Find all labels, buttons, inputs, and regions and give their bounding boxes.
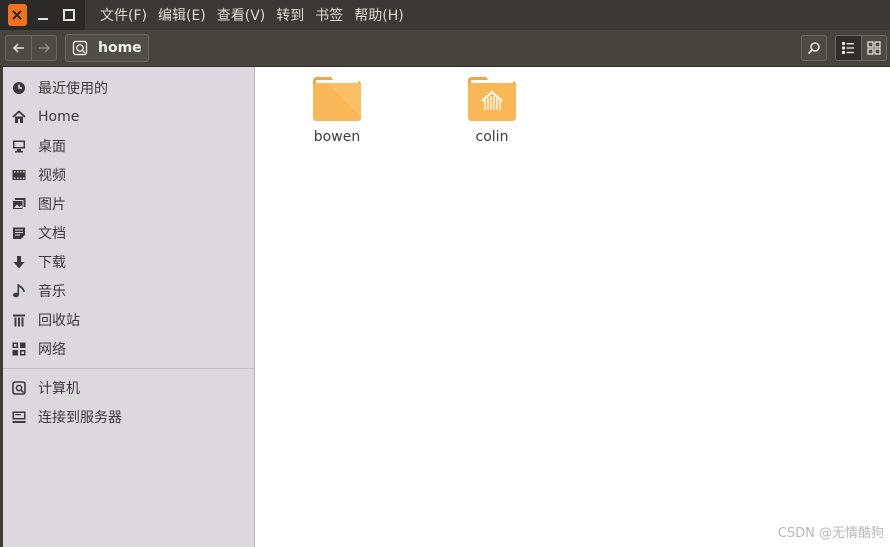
close-icon — [12, 10, 23, 20]
sidebar-item-music[interactable]: 音乐 — [0, 276, 254, 305]
grid-view-icon — [867, 41, 881, 55]
minimize-button[interactable] — [34, 4, 53, 26]
file-view: bowen colin CSDN @无情酷狗 — [256, 67, 890, 547]
sidebar-item-label: 下载 — [38, 254, 66, 271]
recent-icon — [11, 80, 27, 96]
video-icon — [11, 167, 27, 183]
breadcrumb-home[interactable]: home — [65, 34, 149, 62]
search-button[interactable] — [801, 35, 827, 61]
sidebar-item-pictures[interactable]: 图片 — [0, 189, 254, 218]
sidebar: 最近使用的 Home 桌面 视频 图片 文档 下载 音乐 回收站 网络 计算机 … — [0, 67, 255, 547]
breadcrumb-label: home — [98, 40, 142, 56]
devices-list: 计算机 连接到服务器 — [0, 373, 254, 431]
toolbar-right — [801, 35, 887, 61]
sidebar-item-trash[interactable]: 回收站 — [0, 305, 254, 334]
forward-button[interactable] — [31, 36, 56, 60]
picture-icon — [11, 196, 27, 212]
sidebar-item-desktop[interactable]: 桌面 — [0, 131, 254, 160]
back-button[interactable] — [6, 36, 31, 60]
folder-label: bowen — [313, 129, 361, 145]
menu-go[interactable]: 转到 — [276, 5, 304, 25]
sidebar-item-video[interactable]: 视频 — [0, 160, 254, 189]
toolbar: home — [0, 30, 890, 67]
folder-icon — [313, 77, 361, 121]
sidebar-item-label: Home — [38, 108, 80, 125]
list-view-icon — [842, 42, 855, 54]
folder-label: colin — [475, 129, 509, 145]
window-left-edge — [0, 67, 3, 547]
maximize-button[interactable] — [59, 4, 78, 26]
menu-file[interactable]: 文件(F) — [100, 5, 147, 25]
minimize-icon — [38, 18, 48, 20]
search-icon — [807, 42, 820, 55]
watermark-text: CSDN @无情酷狗 — [777, 526, 884, 541]
download-icon — [11, 254, 27, 270]
grid-view-button[interactable] — [860, 36, 886, 60]
folder-item-bowen[interactable]: bowen — [287, 77, 387, 145]
trash-icon — [11, 312, 27, 328]
maximize-icon — [62, 9, 75, 21]
sidebar-item-label: 文档 — [38, 225, 66, 242]
sidebar-item-connect-server[interactable]: 连接到服务器 — [0, 402, 254, 431]
nav-buttons — [5, 35, 57, 61]
menu-bookmarks[interactable]: 书签 — [315, 5, 343, 25]
sidebar-item-label: 图片 — [38, 196, 66, 213]
menu-view[interactable]: 查看(V) — [217, 5, 266, 25]
arrow-left-icon — [12, 43, 24, 53]
menu-bar: 文件(F) 编辑(E) 查看(V) 转到 书签 帮助(H) — [0, 0, 890, 30]
window-controls — [0, 0, 85, 30]
document-icon — [11, 225, 27, 241]
view-switcher — [835, 35, 887, 61]
close-button[interactable] — [8, 4, 27, 26]
sidebar-item-label: 最近使用的 — [38, 80, 108, 97]
server-icon — [11, 409, 27, 425]
sidebar-item-label: 桌面 — [38, 138, 66, 155]
sidebar-item-label: 回收站 — [38, 312, 80, 329]
list-view-button[interactable] — [836, 36, 861, 60]
folder-item-colin[interactable]: colin — [442, 77, 542, 145]
network-icon — [11, 341, 27, 357]
menu-edit[interactable]: 编辑(E) — [158, 5, 206, 25]
sidebar-item-network[interactable]: 网络 — [0, 334, 254, 363]
sidebar-item-label: 网络 — [38, 341, 66, 358]
drive-icon — [70, 38, 90, 58]
computer-icon — [11, 380, 27, 396]
arrow-right-icon — [39, 43, 51, 53]
sidebar-item-label: 视频 — [38, 167, 66, 184]
music-icon — [11, 283, 27, 299]
sidebar-item-downloads[interactable]: 下载 — [0, 247, 254, 276]
places-list: 最近使用的 Home 桌面 视频 图片 文档 下载 音乐 回收站 网络 — [0, 67, 254, 363]
menu-help[interactable]: 帮助(H) — [354, 5, 403, 25]
sidebar-item-computer[interactable]: 计算机 — [0, 373, 254, 402]
menu-list: 文件(F) 编辑(E) 查看(V) 转到 书签 帮助(H) — [100, 5, 415, 25]
sidebar-item-recent[interactable]: 最近使用的 — [0, 73, 254, 102]
sidebar-item-label: 音乐 — [38, 283, 66, 300]
sidebar-divider — [0, 368, 254, 369]
home-folder-icon — [468, 77, 516, 121]
sidebar-item-documents[interactable]: 文档 — [0, 218, 254, 247]
home-icon — [11, 109, 27, 125]
sidebar-item-label: 连接到服务器 — [38, 409, 122, 426]
desktop-icon — [11, 138, 27, 154]
sidebar-item-label: 计算机 — [38, 380, 80, 397]
sidebar-item-home[interactable]: Home — [0, 102, 254, 131]
